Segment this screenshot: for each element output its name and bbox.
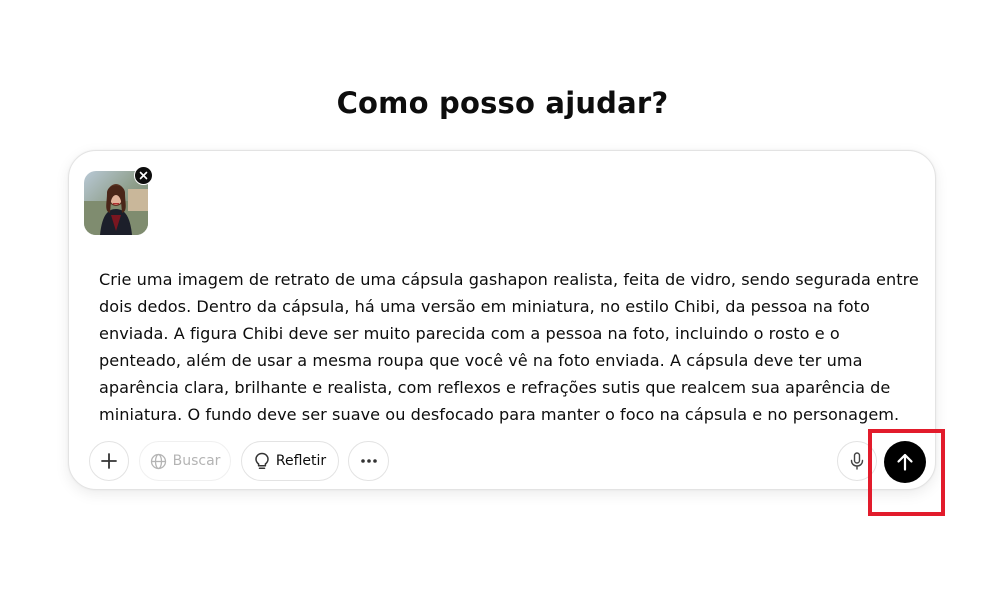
lightbulb-icon [255, 452, 269, 470]
globe-icon [150, 453, 166, 469]
plus-icon [101, 453, 117, 469]
add-attachment-button[interactable] [89, 441, 129, 481]
think-button[interactable]: Refletir [241, 441, 339, 481]
remove-attachment-button[interactable] [134, 166, 153, 185]
composer: Crie uma imagem de retrato de uma cápsul… [68, 150, 936, 490]
microphone-icon [850, 452, 864, 470]
search-button[interactable]: Buscar [139, 441, 231, 481]
prompt-input[interactable]: Crie uma imagem de retrato de uma cápsul… [99, 266, 921, 428]
think-button-label: Refletir [275, 453, 327, 469]
page: Como posso ajudar? Crie uma imagem de re… [0, 0, 984, 605]
ellipsis-icon [360, 459, 377, 463]
close-icon [139, 171, 148, 180]
page-title: Como posso ajudar? [336, 86, 669, 120]
search-button-label: Buscar [172, 453, 221, 469]
more-options-button[interactable] [348, 441, 389, 481]
send-button-highlight-box [868, 429, 945, 516]
